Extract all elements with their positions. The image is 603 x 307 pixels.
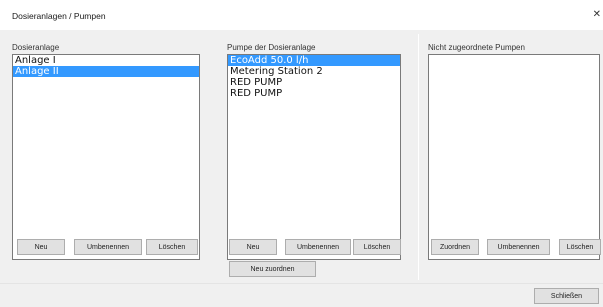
- nicht-zugeordnet-listbox[interactable]: [428, 54, 600, 260]
- list-item[interactable]: EcoAdd 50.0 l/h: [228, 55, 400, 66]
- dosieranlage-label: Dosieranlage: [12, 43, 60, 52]
- nicht-zugeordnet-panel: Nicht zugeordnete Pumpen Zuordnen Umbene…: [428, 30, 603, 283]
- pumpen-delete-button[interactable]: Löschen: [353, 239, 401, 255]
- dialog-window: Dosieranlagen / Pumpen ✕ Dosieranlage An…: [0, 0, 603, 307]
- nicht-zugeordnet-delete-button[interactable]: Löschen: [559, 239, 601, 255]
- dialog-body: Dosieranlage Anlage I Anlage II Neu Umben…: [12, 30, 603, 283]
- nicht-zugeordnet-rename-button[interactable]: Umbenennen: [487, 239, 550, 255]
- pumpen-label: Pumpe der Dosieranlage: [227, 43, 316, 52]
- list-item[interactable]: Anlage I: [13, 55, 199, 66]
- window-title: Dosieranlagen / Pumpen: [12, 11, 106, 21]
- dosieranlage-new-button[interactable]: Neu: [17, 239, 65, 255]
- dosieranlage-listbox[interactable]: Anlage I Anlage II: [12, 54, 200, 260]
- nicht-zugeordnet-label: Nicht zugeordnete Pumpen: [428, 43, 525, 52]
- pumpen-reassign-button[interactable]: Neu zuordnen: [229, 261, 316, 277]
- nicht-zugeordnet-assign-button[interactable]: Zuordnen: [431, 239, 479, 255]
- pumpen-panel: Pumpe der Dosieranlage EcoAdd 50.0 l/h Me…: [227, 30, 402, 283]
- dosieranlage-rename-button[interactable]: Umbenennen: [74, 239, 142, 255]
- close-button[interactable]: Schließen: [534, 288, 599, 304]
- panel-divider: [418, 34, 419, 280]
- dosieranlage-panel: Dosieranlage Anlage I Anlage II Neu Umben…: [12, 30, 200, 283]
- list-item[interactable]: Metering Station 2: [228, 66, 400, 77]
- list-item[interactable]: RED PUMP: [228, 88, 400, 99]
- pumpen-rename-button[interactable]: Umbenennen: [285, 239, 351, 255]
- pumpen-new-button[interactable]: Neu: [229, 239, 277, 255]
- dialog-footer: Schließen: [0, 283, 603, 307]
- title-bar: Dosieranlagen / Pumpen ✕: [0, 0, 603, 30]
- dosieranlage-delete-button[interactable]: Löschen: [146, 239, 198, 255]
- list-item[interactable]: Anlage II: [13, 66, 199, 77]
- close-icon[interactable]: ✕: [593, 9, 601, 20]
- pumpen-listbox[interactable]: EcoAdd 50.0 l/h Metering Station 2 RED PUM…: [227, 54, 401, 260]
- list-item[interactable]: RED PUMP: [228, 77, 400, 88]
